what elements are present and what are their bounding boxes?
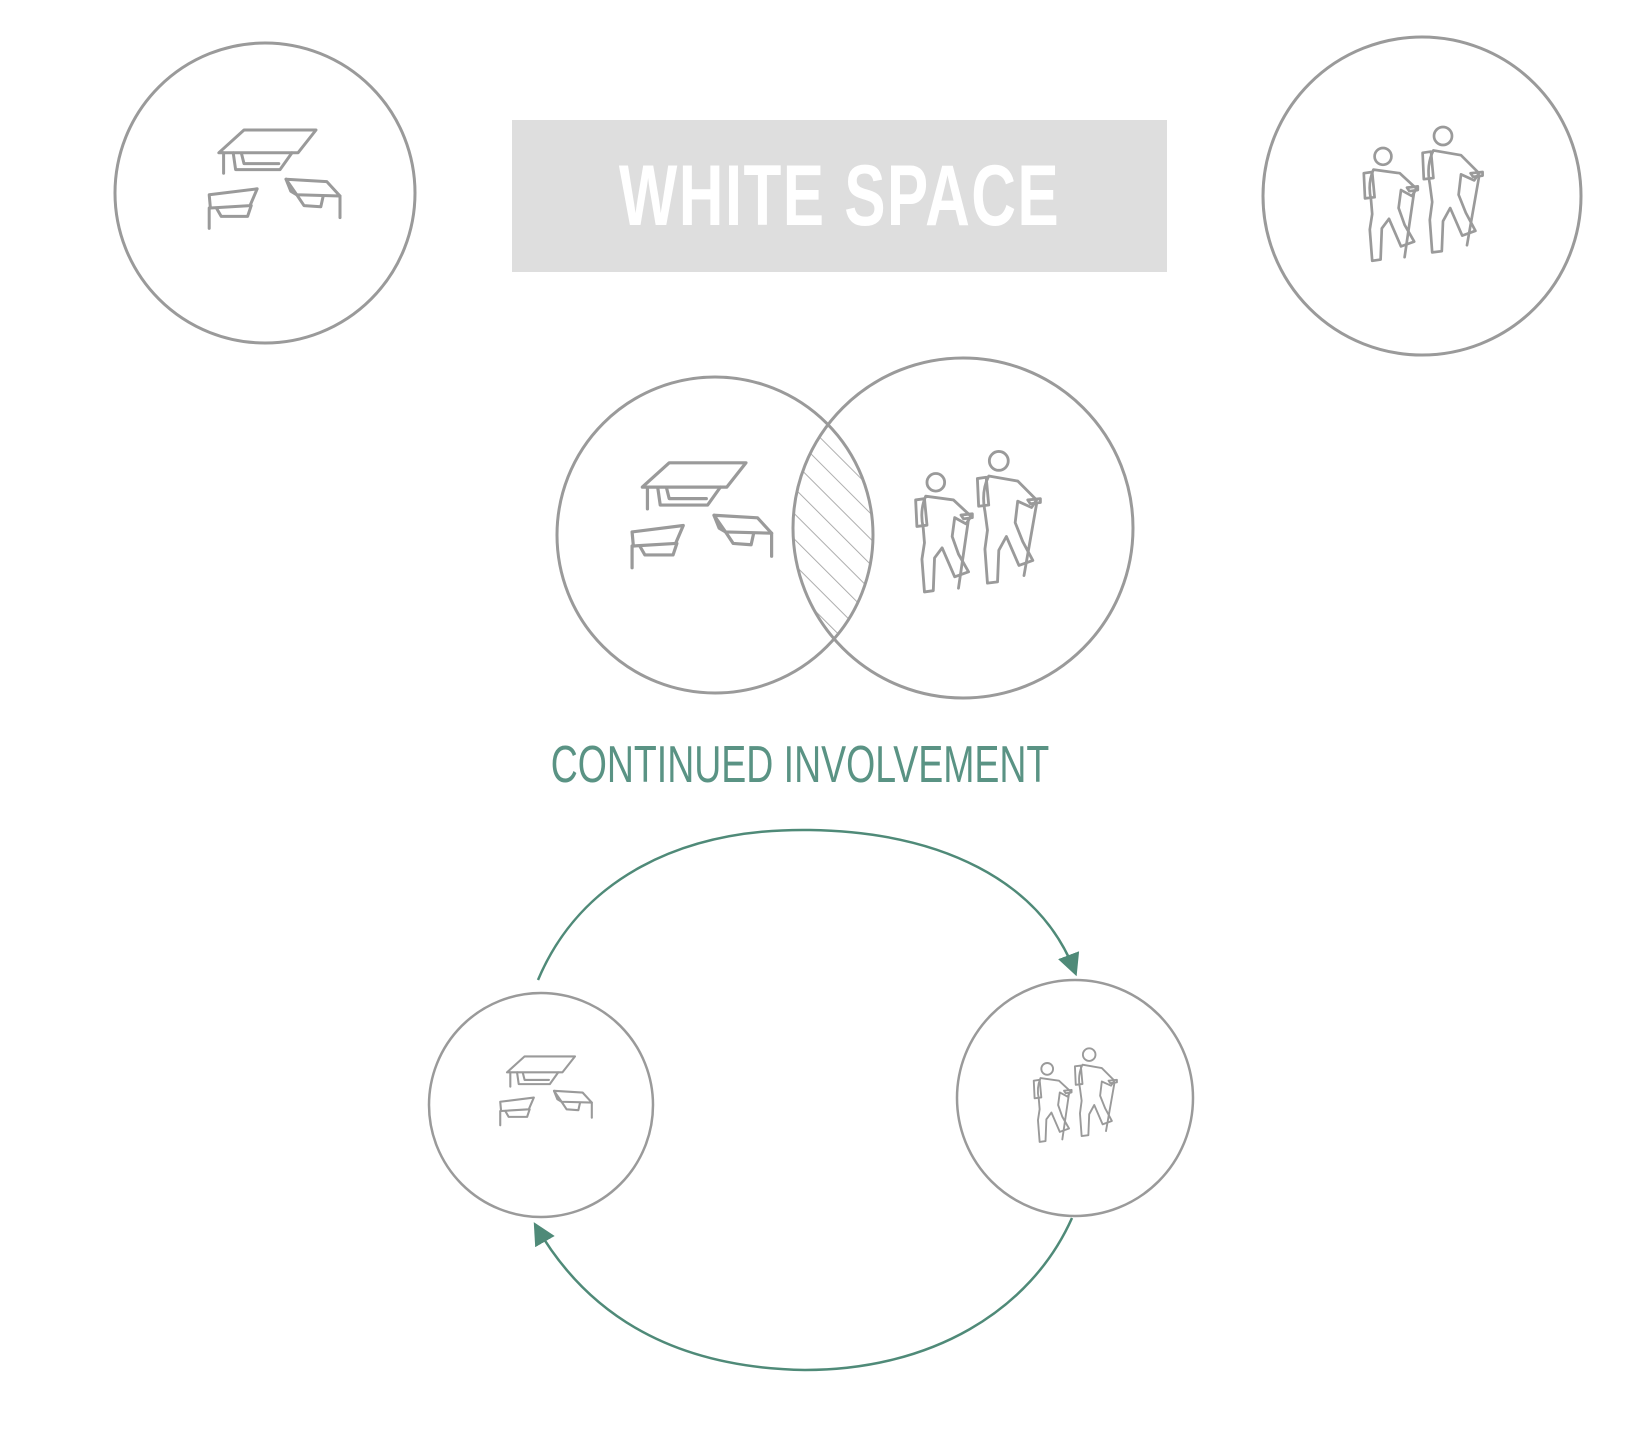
venn-diagram: [555, 356, 1135, 700]
hikers-icon: [914, 450, 1042, 594]
venn-overlap: [793, 377, 873, 693]
cycle-right-circle: [955, 978, 1195, 1218]
education-circle: [113, 41, 417, 345]
graduation-caps-icon: [630, 461, 774, 570]
banner-title: WHITE SPACE: [618, 147, 1061, 244]
graduation-caps-icon: [499, 1055, 593, 1127]
cycle-left-circle: [427, 991, 655, 1219]
graduation-caps-icon: [207, 128, 342, 230]
hikers-icon: [1362, 125, 1484, 263]
cycle-diagram: [427, 828, 1195, 1372]
hikers-icon: [1032, 1047, 1118, 1143]
community-circle: [1261, 35, 1583, 357]
cycle-arrow-top: [536, 828, 1080, 981]
cycle-arrow-bottom: [533, 1217, 1074, 1372]
continued-involvement-title: CONTINUED INVOLVEMENT: [550, 736, 1050, 794]
